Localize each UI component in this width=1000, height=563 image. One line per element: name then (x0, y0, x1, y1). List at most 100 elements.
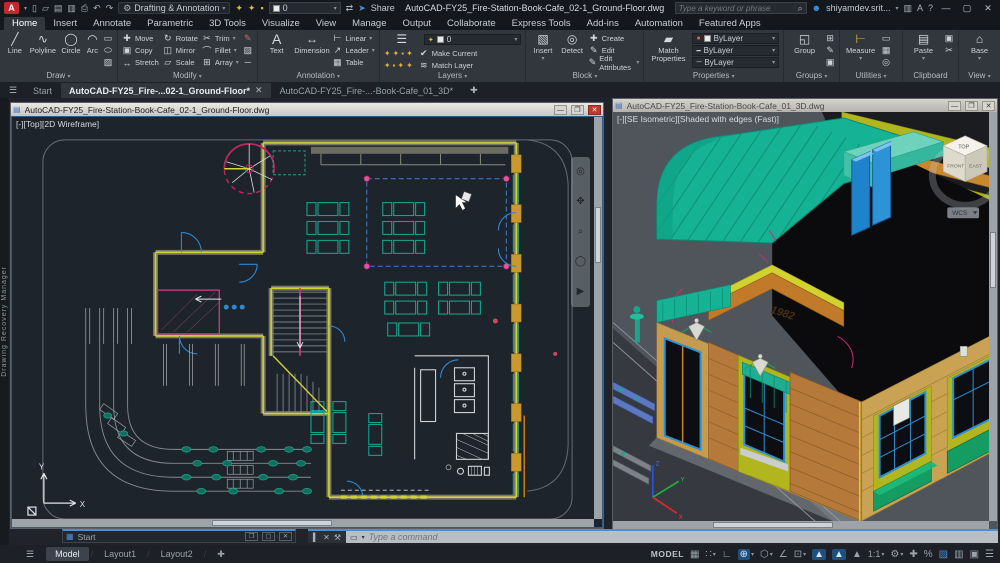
layer-tool-icon[interactable]: ✦ (393, 49, 400, 58)
dimension-button[interactable]: ↔Dimension (295, 32, 328, 55)
app-store-icon[interactable]: ▥ (903, 0, 912, 16)
erase-icon[interactable]: ✎ (243, 33, 253, 44)
rotate-button[interactable]: ↻Rotate (163, 33, 198, 44)
rectangle-icon[interactable]: ▭ (103, 33, 113, 44)
model-tab[interactable]: Model (46, 547, 89, 561)
start-tab[interactable]: Start (25, 84, 60, 98)
group-select-icon[interactable]: ▣ (825, 57, 835, 68)
share-label[interactable]: Share (371, 3, 395, 13)
clean-screen-icon[interactable]: ▥ (954, 549, 963, 560)
redo-icon[interactable]: ↷ (106, 0, 114, 16)
share-icon[interactable]: ➤ (358, 0, 366, 16)
snap-toggle-icon[interactable]: ∷ (705, 549, 711, 560)
layer-dropdown[interactable]: ✦ 0 ▾ (424, 34, 522, 45)
panel-draw-label[interactable]: Draw ▾ (0, 71, 117, 82)
ungroup-icon[interactable]: ⊞ (825, 33, 835, 44)
mini-close-button[interactable]: ✕ (279, 532, 292, 541)
annotation-monitor-icon[interactable]: ✚ (909, 549, 917, 560)
table-button[interactable]: ▦Table (332, 57, 374, 68)
mirror-button[interactable]: ◫Mirror (163, 45, 198, 56)
command-grip[interactable]: ▍ ✕ ⚒ (308, 531, 346, 543)
object-snap-icon[interactable]: ⊡ (794, 549, 802, 560)
annotation-scale-value[interactable]: 1:1 (868, 549, 881, 559)
text-button[interactable]: AText (262, 32, 292, 55)
nav-zoom-icon[interactable]: ⌕ (578, 227, 584, 237)
vertical-scrollbar[interactable] (989, 112, 997, 521)
ribbon-tab-addins[interactable]: Add-ins (579, 17, 627, 30)
search-icon[interactable]: ⌕ (798, 0, 803, 16)
cut-clip-icon[interactable]: ✂ (944, 45, 954, 56)
grid-toggle-icon[interactable]: ▦ (690, 549, 699, 560)
search-box[interactable]: ⌕ (675, 2, 807, 14)
panel-properties-label[interactable]: Properties ▾ (644, 71, 783, 82)
layer-tool-icon[interactable]: ✦ (384, 61, 391, 70)
ellipse-icon[interactable]: ⬭ (103, 45, 113, 56)
panel-view-label[interactable]: View ▾ (959, 71, 1000, 82)
object-snap-tracking-icon[interactable]: ∠ (779, 549, 788, 560)
window-minimize-button[interactable]: — (948, 101, 961, 111)
window-minimize-button[interactable]: — (554, 105, 567, 115)
panel-utilities-label[interactable]: Utilities ▾ (840, 71, 902, 82)
swap-icon[interactable]: ⇄ (346, 0, 354, 16)
saveas-icon[interactable]: ▥ (67, 0, 76, 16)
open-icon[interactable]: ▱ (42, 0, 49, 16)
match-properties-button[interactable]: ▰Match Properties (648, 32, 688, 63)
trim-button[interactable]: ✂Trim ▾ (202, 33, 239, 44)
window-close-button[interactable]: ✕ (588, 105, 601, 115)
3d-model-drawing[interactable]: 1982 (613, 112, 997, 529)
viewport-controls-2d[interactable]: [-][Top][2D Wireframe] (16, 119, 99, 129)
workspace-gear-icon[interactable]: ⚙ (890, 549, 899, 560)
quick-calc-icon[interactable]: ▦ (881, 45, 891, 56)
bulb-icon[interactable]: ✦ (235, 0, 243, 16)
isodraft-icon[interactable]: ⬡ (760, 549, 769, 560)
new-drawing-tab-button[interactable]: ✚ (462, 83, 486, 98)
panel-modify-label[interactable]: Modify ▾ (118, 71, 257, 82)
save-icon[interactable]: ▤ (54, 0, 63, 16)
base-button[interactable]: ⌂Base▾ (963, 32, 996, 62)
quick-select-icon[interactable]: ▭ (881, 33, 891, 44)
group-button[interactable]: ◱Group (788, 32, 821, 55)
ribbon-tab-manage[interactable]: Manage (344, 17, 394, 30)
horizontal-scrollbar[interactable] (613, 521, 989, 529)
layout1-tab[interactable]: Layout1 (95, 547, 145, 561)
floor-plan-drawing[interactable]: Y X (12, 117, 602, 527)
plot-icon[interactable]: ⎙ (81, 0, 88, 16)
copy-clip-icon[interactable]: ▣ (944, 33, 954, 44)
search-input[interactable] (679, 4, 795, 13)
copy-button[interactable]: ▣Copy (122, 45, 159, 56)
layer-tool-icon[interactable]: ▪ (393, 61, 396, 70)
ribbon-tab-insert[interactable]: Insert (45, 17, 85, 30)
ribbon-tab-collaborate[interactable]: Collaborate (439, 17, 504, 30)
workspace-switcher[interactable]: ⚙ Drafting & Annotation ▾ (118, 2, 230, 14)
mini-restore-button[interactable]: ❐ (245, 532, 258, 541)
window-restore-button[interactable]: ❐ (571, 105, 584, 115)
ribbon-tab-output[interactable]: Output (395, 17, 440, 30)
layout2-tab[interactable]: Layout2 (152, 547, 202, 561)
ribbon-tab-featured[interactable]: Featured Apps (691, 17, 769, 30)
autodesk-icon[interactable]: A (917, 0, 923, 16)
stretch-button[interactable]: ↔Stretch (122, 57, 159, 68)
viewport-controls-3d[interactable]: [-][SE Isometric][Shaded with edges (Fas… (617, 114, 779, 124)
layout-menu-icon[interactable]: ☰ (26, 549, 34, 560)
match-layer-button[interactable]: ≋Match Layer (419, 60, 473, 71)
line-button[interactable]: ╱Line (4, 32, 26, 55)
lineweight-dropdown[interactable]: ━ByLayer▾ (692, 45, 779, 56)
isolate-objects-icon[interactable]: % (924, 549, 933, 560)
ribbon-tab-home[interactable]: Home (4, 17, 45, 30)
group-edit-icon[interactable]: ✎ (825, 45, 835, 56)
panel-groups-label[interactable]: Groups ▾ (784, 71, 839, 82)
ribbon-tab-express[interactable]: Express Tools (504, 17, 579, 30)
edit-attributes-button[interactable]: ✎Edit Attributes ▾ (589, 57, 640, 68)
leader-button[interactable]: ↗Leader ▾ (332, 45, 374, 56)
command-caret-icon[interactable]: ▾ (362, 534, 365, 541)
offset-icon[interactable]: ─ (243, 57, 253, 67)
annotation-autoscale-icon[interactable]: ▲ (832, 549, 846, 560)
command-input[interactable] (369, 532, 994, 542)
new-layout-button[interactable]: ✚ (208, 547, 234, 562)
ribbon-tab-automation[interactable]: Automation (627, 17, 691, 30)
new-icon[interactable]: ▯ (32, 0, 37, 16)
mini-maximize-button[interactable]: ▢ (262, 532, 275, 541)
fullscreen-icon[interactable]: ▣ (970, 549, 979, 560)
drawing-recovery-manager-tab[interactable]: Drawing Recovery Manager (0, 98, 9, 545)
close-button[interactable]: ✕ (980, 3, 996, 14)
